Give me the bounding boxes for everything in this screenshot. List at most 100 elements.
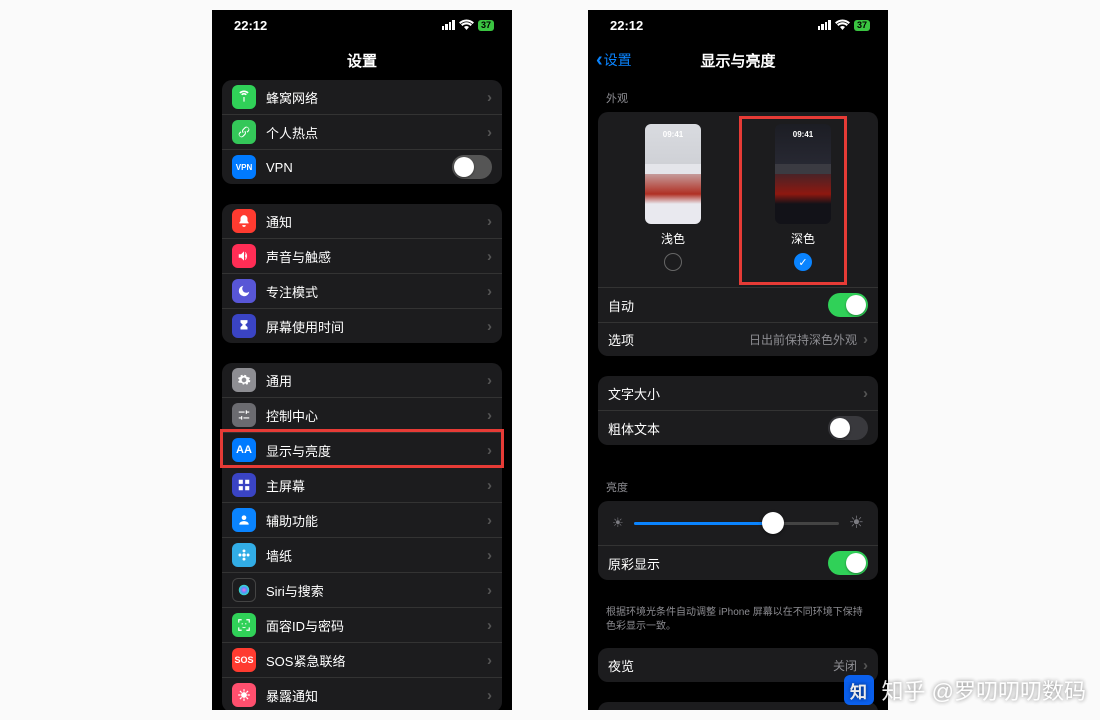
appearance-group: 09:41 浅色 09:41 深色 ✓ 自动 (598, 112, 878, 356)
row-label: 暴露通知 (266, 686, 487, 705)
row-label: 蜂窝网络 (266, 88, 487, 107)
row-label: 墙纸 (266, 546, 487, 565)
brightness-slider[interactable] (634, 522, 839, 525)
sun-large-icon: ☀︎ (849, 513, 864, 533)
moon-icon (232, 279, 256, 303)
auto-toggle[interactable] (828, 293, 868, 317)
row-label: 显示与亮度 (266, 441, 487, 460)
virus-icon (232, 683, 256, 707)
settings-row-显示与亮度[interactable]: AA显示与亮度› (222, 432, 502, 467)
chevron-right-icon: › (487, 512, 492, 529)
row-label: SOS紧急联络 (266, 651, 487, 670)
chevron-right-icon: › (863, 657, 868, 674)
settings-row-专注模式[interactable]: 专注模式› (222, 273, 502, 308)
dark-label: 深色 (791, 230, 815, 247)
settings-row-控制中心[interactable]: 控制中心› (222, 397, 502, 432)
settings-row-声音与触感[interactable]: 声音与触感› (222, 238, 502, 273)
settings-row-墙纸[interactable]: 墙纸› (222, 537, 502, 572)
row-label: 通用 (266, 371, 487, 390)
row-night-shift[interactable]: 夜览 关闭 › (598, 648, 878, 682)
chevron-right-icon: › (487, 318, 492, 335)
status-time: 22:12 (234, 18, 267, 33)
true-tone-note: 根据环境光条件自动调整 iPhone 屏幕以在不同环境下保持色彩显示一致。 (588, 600, 888, 648)
display-brightness-screen: 22:12 37 ‹设置 显示与亮度 外观 09:41 (588, 10, 888, 710)
siri-icon (232, 578, 256, 602)
status-bar: 22:12 37 (212, 10, 512, 40)
brightness-slider-row: ☀︎ ☀︎ (598, 501, 878, 545)
true-tone-toggle[interactable] (828, 551, 868, 575)
back-button[interactable]: ‹设置 (596, 50, 632, 70)
settings-row-Siri与搜索[interactable]: Siri与搜索› (222, 572, 502, 607)
battery-indicator: 37 (478, 20, 494, 31)
row-label: 面容ID与密码 (266, 616, 487, 635)
row-auto-lock[interactable]: 自动锁定 (598, 702, 878, 710)
chevron-right-icon: › (487, 687, 492, 704)
settings-row-通用[interactable]: 通用› (222, 363, 502, 397)
light-radio[interactable] (664, 253, 682, 271)
row-auto-appearance[interactable]: 自动 (598, 287, 878, 322)
row-true-tone[interactable]: 原彩显示 (598, 545, 878, 580)
link-icon (232, 120, 256, 144)
settings-row-个人热点[interactable]: 个人热点› (222, 114, 502, 149)
gear-icon (232, 368, 256, 392)
settings-row-通知[interactable]: 通知› (222, 204, 502, 238)
chevron-right-icon: › (487, 442, 492, 459)
settings-row-辅助功能[interactable]: 辅助功能› (222, 502, 502, 537)
chevron-right-icon: › (487, 582, 492, 599)
settings-row-蜂窝网络[interactable]: 蜂窝网络› (222, 80, 502, 114)
display-settings-list[interactable]: 外观 09:41 浅色 09:41 深色 ✓ (588, 76, 888, 710)
section-label-brightness: 亮度 (588, 465, 888, 501)
row-label: 通知 (266, 212, 487, 231)
settings-group: 通用›控制中心›AA显示与亮度›主屏幕›辅助功能›墙纸›Siri与搜索›面容ID… (222, 363, 502, 710)
bell-icon (232, 209, 256, 233)
settings-row-面容ID与密码[interactable]: 面容ID与密码› (222, 607, 502, 642)
settings-screen: 22:12 37 设置 蜂窝网络›个人热点›VPNVPN通知›声音与触感›专注模… (212, 10, 512, 710)
cellular-signal-icon (818, 20, 831, 30)
row-label: 屏幕使用时间 (266, 317, 487, 336)
row-label: 专注模式 (266, 282, 487, 301)
settings-group: 通知›声音与触感›专注模式›屏幕使用时间› (222, 204, 502, 343)
sos-icon: SOS (232, 648, 256, 672)
hourglass-icon (232, 314, 256, 338)
chevron-right-icon: › (487, 248, 492, 265)
chevron-right-icon: › (487, 283, 492, 300)
chevron-left-icon: ‹ (596, 50, 603, 70)
dark-radio[interactable]: ✓ (794, 253, 812, 271)
chevron-right-icon: › (863, 385, 868, 402)
zhihu-logo-icon: 知 (844, 675, 874, 705)
chevron-right-icon: › (487, 477, 492, 494)
chevron-right-icon: › (487, 547, 492, 564)
settings-list[interactable]: 蜂窝网络›个人热点›VPNVPN通知›声音与触感›专注模式›屏幕使用时间›通用›… (212, 80, 512, 710)
antenna-icon (232, 85, 256, 109)
bold-text-toggle[interactable] (828, 416, 868, 440)
brightness-slider-thumb[interactable] (762, 512, 784, 534)
wifi-icon (835, 18, 850, 33)
settings-row-主屏幕[interactable]: 主屏幕› (222, 467, 502, 502)
settings-row-SOS紧急联络[interactable]: SOS SOS紧急联络› (222, 642, 502, 677)
status-bar: 22:12 37 (588, 10, 888, 40)
row-label: Siri与搜索 (266, 581, 487, 600)
settings-row-VPN[interactable]: VPNVPN (222, 149, 502, 184)
appearance-option-light[interactable]: 09:41 浅色 (645, 124, 701, 271)
page-title: 设置 (347, 50, 377, 71)
settings-row-屏幕使用时间[interactable]: 屏幕使用时间› (222, 308, 502, 343)
row-label: 控制中心 (266, 406, 487, 425)
row-appearance-options[interactable]: 选项 日出前保持深色外观 › (598, 322, 878, 356)
face-icon (232, 613, 256, 637)
toggle[interactable] (452, 155, 492, 179)
settings-group: 蜂窝网络›个人热点›VPNVPN (222, 80, 502, 184)
section-label-appearance: 外观 (588, 76, 888, 112)
settings-row-暴露通知[interactable]: 暴露通知› (222, 677, 502, 710)
dark-mode-preview: 09:41 (775, 124, 831, 224)
page-title: 显示与亮度 (700, 50, 775, 71)
brightness-group: ☀︎ ☀︎ 原彩显示 (598, 501, 878, 580)
options-value: 日出前保持深色外观 (749, 331, 857, 348)
nav-header: ‹设置 显示与亮度 (588, 40, 888, 80)
appearance-option-dark[interactable]: 09:41 深色 ✓ (775, 124, 831, 271)
sound-icon (232, 244, 256, 268)
chevron-right-icon: › (487, 652, 492, 669)
row-bold-text[interactable]: 粗体文本 (598, 410, 878, 445)
nav-header: 设置 (212, 40, 512, 80)
night-shift-group: 夜览 关闭 › (598, 648, 878, 682)
row-text-size[interactable]: 文字大小 › (598, 376, 878, 410)
